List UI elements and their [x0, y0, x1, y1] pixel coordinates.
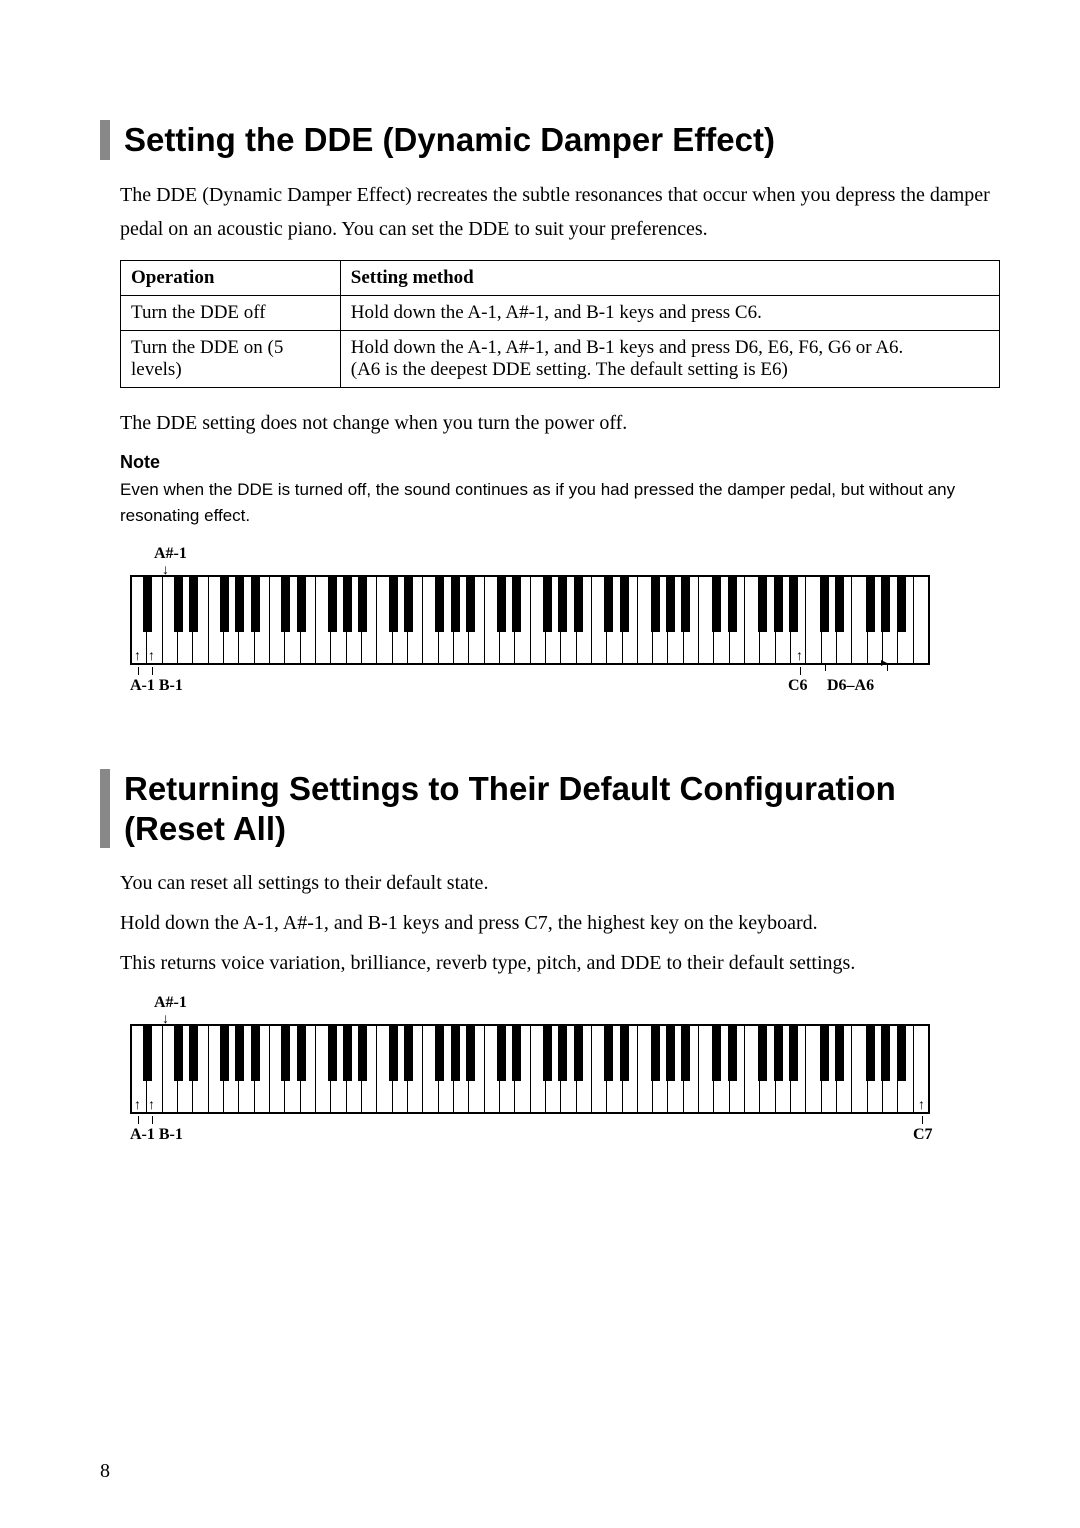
keyboard-diagram-dde: A#-1 ↓ ↑ ↑ A-1 B-1 ↑ C6 D6–A6	[130, 549, 930, 699]
range-arrow-icon	[826, 663, 886, 664]
label-asharp-1: A#-1	[154, 545, 187, 563]
section-heading-dde: Setting the DDE (Dynamic Damper Effect)	[100, 120, 1000, 160]
arrow-up-icon: ↑	[918, 1098, 925, 1114]
table-row: Turn the DDE off Hold down the A-1, A#-1…	[121, 295, 1000, 330]
keyboard-graphic	[130, 1024, 930, 1114]
label-c6: C6	[788, 677, 808, 695]
label-asharp-1: A#-1	[154, 994, 187, 1012]
reset-p1: You can reset all settings to their defa…	[120, 866, 1000, 900]
keyboard-graphic	[130, 575, 930, 665]
arrow-up-icon: ↑	[796, 649, 803, 665]
label-c7: C7	[913, 1126, 933, 1144]
reset-p2: Hold down the A-1, A#-1, and B-1 keys an…	[120, 906, 1000, 940]
dde-table: Operation Setting method Turn the DDE of…	[120, 260, 1000, 388]
label-a1-b1: A-1 B-1	[130, 1126, 183, 1144]
keyboard-diagram-reset: A#-1 ↓ ↑ ↑ A-1 B-1 ↑ C7	[130, 998, 930, 1148]
note-heading: Note	[120, 452, 1000, 473]
arrow-up-icon: ↑	[134, 649, 141, 665]
table-row: Turn the DDE on (5 levels) Hold down the…	[121, 330, 1000, 387]
th-operation: Operation	[121, 260, 341, 295]
dde-intro: The DDE (Dynamic Damper Effect) recreate…	[120, 178, 1000, 246]
th-method: Setting method	[340, 260, 999, 295]
label-d6-a6: D6–A6	[827, 677, 874, 695]
page-number: 8	[100, 1460, 110, 1483]
label-a1-b1: A-1 B-1	[130, 677, 183, 695]
arrow-up-icon: ↑	[148, 649, 155, 665]
arrow-up-icon: ↑	[134, 1098, 141, 1114]
section-heading-reset: Returning Settings to Their Default Conf…	[100, 769, 1000, 848]
note-body: Even when the DDE is turned off, the sou…	[120, 477, 1000, 530]
reset-p3: This returns voice variation, brilliance…	[120, 946, 1000, 980]
arrow-up-icon: ↑	[148, 1098, 155, 1114]
dde-persist-note: The DDE setting does not change when you…	[120, 406, 1000, 440]
